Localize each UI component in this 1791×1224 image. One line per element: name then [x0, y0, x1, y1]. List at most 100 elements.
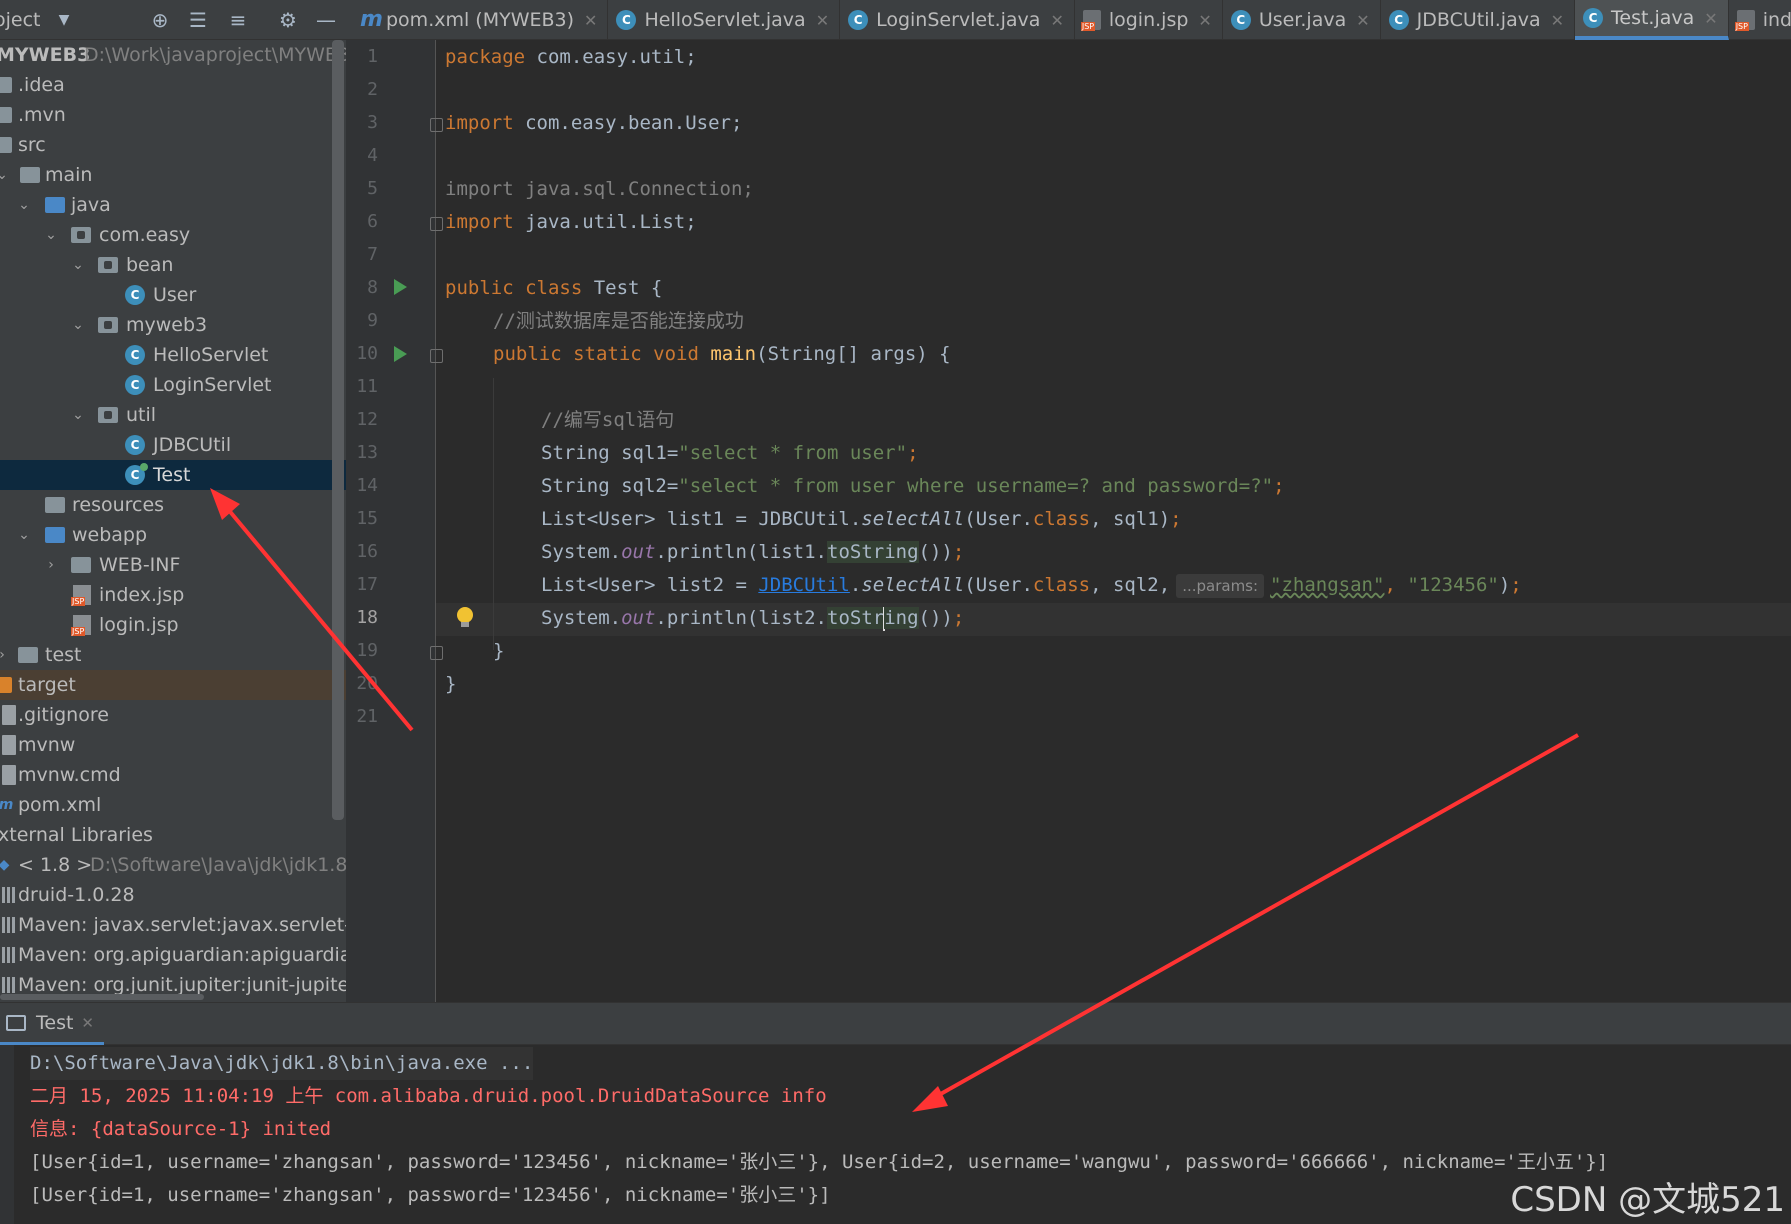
console-output-line: [User{id=1, username='zhangsan', passwor… — [30, 1184, 831, 1206]
tree-item-test-dir[interactable]: › test — [0, 640, 346, 670]
tree-item-user[interactable]: User — [0, 280, 346, 310]
tree-item-mvnw-cmd[interactable]: mvnw.cmd — [0, 760, 346, 790]
tree-item-resources[interactable]: resources — [0, 490, 346, 520]
tree-item-target[interactable]: target — [0, 670, 346, 700]
fold-icon[interactable] — [430, 349, 443, 363]
fold-icon[interactable] — [430, 646, 443, 660]
chevron-down-icon[interactable]: ⌄ — [70, 400, 86, 430]
run-tab-test[interactable]: Test ✕ — [0, 1003, 104, 1045]
tree-item-webapp[interactable]: ⌄ webapp — [0, 520, 346, 550]
line-number: 11 — [356, 376, 378, 397]
tree-item-label: resources — [72, 494, 165, 516]
tree-item-main[interactable]: ⌄ main — [0, 160, 346, 190]
fold-icon[interactable] — [430, 217, 443, 231]
tab-test-java[interactable]: Test.java ✕ — [1575, 0, 1729, 40]
tree-item-login-jsp[interactable]: login.jsp — [0, 610, 346, 640]
tree-item-gitignore[interactable]: .gitignore — [0, 700, 346, 730]
run-main-icon[interactable] — [394, 346, 407, 362]
tree-item-index-jsp[interactable]: index.jsp — [0, 580, 346, 610]
tree-item-test-class[interactable]: Test — [0, 460, 346, 490]
run-console-icon — [6, 1014, 26, 1031]
tree-item-web-inf[interactable]: › WEB-INF — [0, 550, 346, 580]
code-line: List<User> list2 = JDBCUtil.selectAll(Us… — [541, 569, 1522, 602]
code-token: class — [1032, 508, 1091, 530]
tab-login-jsp[interactable]: login.jsp ✕ — [1075, 0, 1223, 40]
close-icon[interactable]: ✕ — [81, 1014, 94, 1032]
tree-item-hello-servlet[interactable]: HelloServlet — [0, 340, 346, 370]
tree-item-druid[interactable]: druid-1.0.28 — [0, 880, 346, 910]
parameter-hint: ...params: — [1176, 574, 1265, 598]
tab-hello-servlet[interactable]: HelloServlet.java ✕ — [608, 0, 841, 40]
close-icon[interactable]: ✕ — [1704, 9, 1717, 28]
close-icon[interactable]: ✕ — [1198, 11, 1211, 30]
maven-icon: m — [360, 7, 383, 32]
run-class-icon[interactable] — [394, 279, 407, 295]
close-icon[interactable]: ✕ — [1050, 11, 1063, 30]
console-output-line: [User{id=1, username='zhangsan', passwor… — [30, 1151, 1609, 1173]
tab-user-java[interactable]: User.java ✕ — [1223, 0, 1381, 40]
package-icon — [98, 257, 118, 273]
tab-index-jsp[interactable]: index.jsp — [1729, 0, 1791, 40]
locate-target-icon[interactable]: ⊕ — [148, 8, 172, 32]
lightbulb-icon[interactable] — [457, 607, 473, 627]
fold-icon[interactable] — [430, 118, 443, 132]
code-token: ()) — [918, 541, 953, 563]
tree-item-label: webapp — [72, 524, 148, 546]
tree-root[interactable]: MYWEB3 D:\Work\javaproject\MYWEB3 — [0, 40, 346, 70]
tree-item-jdk[interactable]: ◆ < 1.8 > D:\Software\Java\jdk\jdk1.8 — [0, 850, 346, 880]
folder-icon — [0, 107, 12, 123]
tree-item-util[interactable]: ⌄ util — [0, 400, 346, 430]
tree-item-pom-xml[interactable]: m pom.xml — [0, 790, 346, 820]
close-icon[interactable]: ✕ — [584, 11, 597, 30]
folder-icon — [20, 167, 40, 183]
tab-pom-xml[interactable]: m pom.xml (MYWEB3) ✕ — [352, 0, 609, 40]
chevron-down-icon[interactable]: ⌄ — [16, 520, 32, 550]
chevron-down-icon[interactable]: ⌄ — [70, 310, 86, 340]
tree-item-mvnw[interactable]: mvnw — [0, 730, 346, 760]
vertical-scrollbar[interactable] — [332, 40, 344, 820]
tree-item-bean[interactable]: ⌄ bean — [0, 250, 346, 280]
tree-item-label: pom.xml — [18, 794, 102, 816]
tree-item-java[interactable]: ⌄ java — [0, 190, 346, 220]
collapse-all-icon[interactable]: ≡ — [226, 8, 250, 32]
tree-item-login-servlet[interactable]: LoginServlet — [0, 370, 346, 400]
chevron-down-icon[interactable]: ⌄ — [16, 190, 32, 220]
chevron-right-icon[interactable]: › — [43, 550, 59, 580]
tree-item-myweb3[interactable]: ⌄ myweb3 — [0, 310, 346, 340]
tab-login-servlet[interactable]: LoginServlet.java ✕ — [840, 0, 1075, 40]
code-token[interactable]: JDBCUtil — [758, 574, 850, 596]
tree-item-external-libraries[interactable]: xternal Libraries — [0, 820, 346, 850]
close-icon[interactable]: ✕ — [1551, 11, 1564, 30]
expand-all-icon[interactable]: ☰ — [186, 8, 210, 32]
class-icon — [125, 345, 145, 365]
line-number: 16 — [356, 541, 378, 562]
horizontal-scrollbar[interactable] — [0, 994, 204, 1000]
tree-item-mvn[interactable]: .mvn — [0, 100, 346, 130]
tree-item-apiguardian[interactable]: Maven: org.apiguardian:apiguardian-a — [0, 940, 346, 970]
code-token: ; — [1170, 508, 1182, 530]
file-icon — [2, 735, 16, 755]
tree-item-label: target — [18, 674, 76, 696]
tree-item-idea[interactable]: .idea — [0, 70, 346, 100]
project-view-title[interactable]: oject — [0, 9, 41, 31]
tree-item-label: MYWEB3 — [0, 44, 91, 66]
chevron-right-icon[interactable]: › — [0, 640, 10, 670]
tree-item-label: Maven: org.apiguardian:apiguardian-a — [18, 944, 346, 966]
tree-item-jdbcutil[interactable]: JDBCUtil — [0, 430, 346, 460]
chevron-down-icon[interactable]: ▼ — [52, 8, 76, 32]
hide-icon[interactable]: — — [314, 8, 338, 32]
tree-item-servlet-api[interactable]: Maven: javax.servlet:javax.servlet-api:4 — [0, 910, 346, 940]
chevron-down-icon[interactable]: ⌄ — [70, 250, 86, 280]
chevron-down-icon[interactable]: ⌄ — [0, 160, 10, 190]
code-token: (User. — [964, 574, 1033, 596]
code-token: ; — [1510, 574, 1522, 596]
tree-item-com-easy[interactable]: ⌄ com.easy — [0, 220, 346, 250]
close-icon[interactable]: ✕ — [816, 11, 829, 30]
tab-jdbcutil-java[interactable]: JDBCUtil.java ✕ — [1381, 0, 1576, 40]
code-token: (String[] args) { — [756, 343, 951, 365]
chevron-down-icon[interactable]: ⌄ — [43, 220, 59, 250]
close-icon[interactable]: ✕ — [1356, 11, 1369, 30]
tree-item-src[interactable]: src — [0, 130, 346, 160]
gear-icon[interactable]: ⚙ — [276, 8, 300, 32]
console-command-line: D:\Software\Java\jdk\jdk1.8\bin\java.exe… — [30, 1047, 534, 1080]
